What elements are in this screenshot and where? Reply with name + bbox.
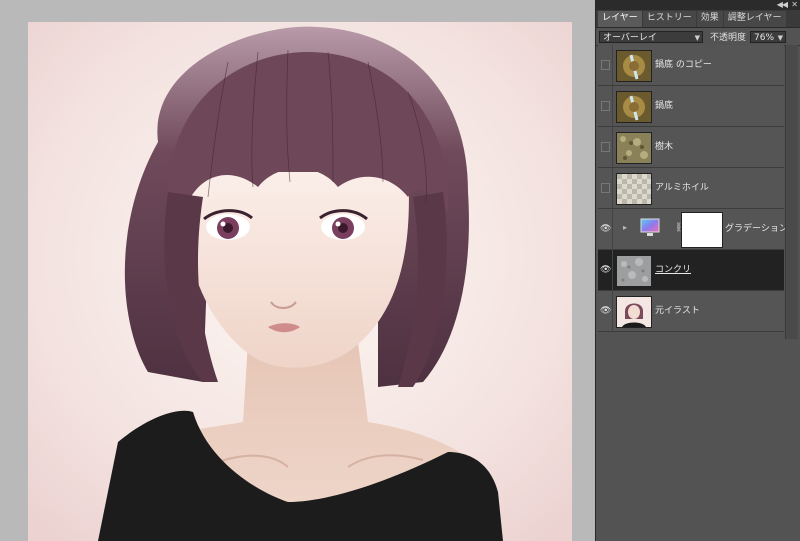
opacity-value: 76%: [754, 32, 775, 43]
layer-row[interactable]: 👁 元イラスト: [598, 291, 784, 332]
layer-name: 鍋底 のコピー: [655, 60, 712, 70]
layer-thumbnail: [616, 132, 652, 164]
opacity-label: 不透明度: [710, 33, 747, 43]
blend-mode-select[interactable]: オーバーレイ ▼: [599, 30, 703, 43]
eye-icon: 👁: [600, 265, 612, 275]
visibility-toggle[interactable]: 👁: [598, 209, 613, 249]
layer-list-scrollbar[interactable]: [785, 45, 798, 339]
tab-effects[interactable]: 効果: [696, 11, 723, 27]
visibility-toggle[interactable]: [598, 45, 613, 85]
chevron-down-icon: ▼: [694, 33, 700, 42]
layer-row[interactable]: 鍋底: [598, 86, 784, 127]
visibility-off-icon: [601, 101, 610, 111]
visibility-off-icon: [601, 142, 610, 152]
visibility-off-icon: [601, 183, 610, 193]
tab-history[interactable]: ヒストリー: [642, 11, 696, 27]
collapse-panel-icon[interactable]: ◀◀: [777, 0, 788, 10]
gradient-adjustment-icon: [640, 218, 660, 238]
layer-row[interactable]: アルミホイル: [598, 168, 784, 209]
layer-row-selected[interactable]: 👁 コンクリ: [598, 250, 784, 291]
eye-icon: 👁: [600, 224, 612, 234]
clip-arrow-icon: ▸: [623, 223, 628, 232]
layer-row[interactable]: 👁 ▸ ⛓ グラデーション 1: [598, 209, 796, 250]
layer-thumbnail: [616, 173, 652, 205]
canvas-area: [0, 0, 594, 541]
layer-list: 鍋底 のコピー 鍋底 樹木 アルミホイル 👁 ▸ グラデーション 1 👁 コンク…: [598, 45, 796, 332]
layer-name: 元イラスト: [655, 306, 700, 316]
layer-name: アルミホイル: [655, 183, 709, 193]
layer-thumbnail: [616, 50, 652, 82]
layer-row[interactable]: 樹木: [598, 127, 784, 168]
tab-layers[interactable]: レイヤー: [598, 11, 642, 27]
close-panel-icon[interactable]: ✕: [791, 0, 798, 10]
visibility-off-icon: [601, 60, 610, 70]
layer-name: 樹木: [655, 142, 674, 152]
layer-name: 鍋底: [655, 101, 674, 111]
layer-thumbnail: [616, 296, 652, 328]
opacity-input[interactable]: 76% ▼: [750, 30, 787, 43]
layer-name: コンクリ: [655, 265, 692, 275]
chevron-down-icon: ▼: [777, 33, 784, 42]
panel-title-bar: ◀◀ ✕: [596, 0, 800, 10]
layer-thumbnail: [616, 91, 652, 123]
blend-mode-value: オーバーレイ: [603, 32, 657, 43]
layer-thumbnail: [616, 255, 652, 287]
visibility-toggle[interactable]: 👁: [598, 250, 613, 290]
visibility-toggle[interactable]: [598, 168, 613, 208]
eye-icon: 👁: [600, 306, 612, 316]
layer-row[interactable]: 鍋底 のコピー: [598, 45, 784, 86]
panel-tabs: レイヤー ヒストリー 効果 調整レイヤー: [596, 10, 800, 28]
layers-panel: ◀◀ ✕ レイヤー ヒストリー 効果 調整レイヤー オーバーレイ ▼ 不透明度 …: [595, 0, 800, 541]
visibility-toggle[interactable]: [598, 127, 613, 167]
layer-mask-thumbnail: [681, 212, 723, 248]
visibility-toggle[interactable]: 👁: [598, 291, 613, 331]
portrait-illustration: [28, 22, 572, 541]
visibility-toggle[interactable]: [598, 86, 613, 126]
tab-adjustment-layers[interactable]: 調整レイヤー: [723, 11, 786, 27]
layer-options-bar: オーバーレイ ▼ 不透明度 76% ▼: [596, 28, 800, 46]
artwork-image[interactable]: [28, 22, 572, 541]
